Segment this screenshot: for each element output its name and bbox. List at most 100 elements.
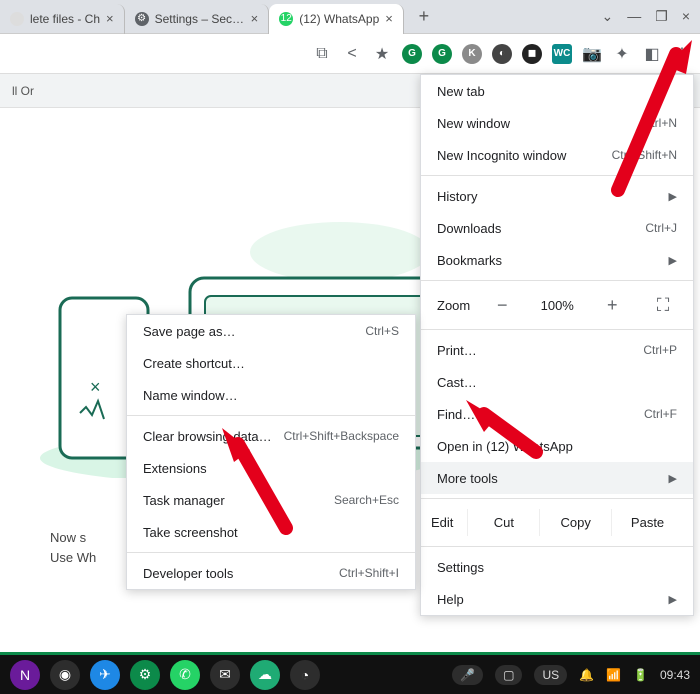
- menu-print[interactable]: Print… Ctrl+P: [421, 334, 693, 366]
- menu-find[interactable]: Find…Ctrl+F: [421, 398, 693, 430]
- submenu-task-manager[interactable]: Task manager Search+Esc: [127, 484, 415, 516]
- submenu-save-page[interactable]: Save page as…Ctrl+S: [127, 315, 415, 347]
- star-icon[interactable]: ★: [372, 44, 392, 64]
- close-icon[interactable]: ×: [385, 11, 393, 26]
- menu-new-window[interactable]: New windowCtrl+N: [421, 107, 693, 139]
- submenu-devtools[interactable]: Developer toolsCtrl+Shift+I: [127, 557, 415, 589]
- menu-more-tools[interactable]: More tools▶: [421, 462, 693, 494]
- camera-icon[interactable]: 📷: [582, 44, 602, 64]
- window-controls: ⌄ — ❐ ×: [602, 8, 700, 25]
- extensions-puzzle-icon[interactable]: ✦: [612, 44, 632, 64]
- label: Clear browsing data…: [143, 429, 272, 444]
- submenu-extensions[interactable]: Extensions: [127, 452, 415, 484]
- caption: Now s Use Wh: [50, 528, 96, 567]
- zoom-in-button[interactable]: +: [598, 291, 626, 319]
- menu-dots-icon[interactable]: ⋮: [672, 44, 692, 64]
- chevron-right-icon: ▶: [669, 254, 677, 267]
- app-icon[interactable]: ✆: [170, 660, 200, 690]
- app-icon[interactable]: ⚙: [130, 660, 160, 690]
- app-icon[interactable]: ✉: [210, 660, 240, 690]
- mic-icon[interactable]: 🎤: [452, 665, 483, 685]
- tab-label: (12) WhatsApp: [299, 12, 379, 26]
- battery-icon[interactable]: 🔋: [633, 668, 648, 682]
- wifi-icon[interactable]: 📶: [606, 668, 621, 682]
- notifications-icon[interactable]: 🔔: [579, 668, 594, 682]
- app-icon[interactable]: N: [10, 660, 40, 690]
- tab-2[interactable]: 12 (12) WhatsApp ×: [269, 4, 404, 34]
- label: Name window…: [143, 388, 238, 403]
- chevron-right-icon: ▶: [669, 190, 677, 203]
- close-icon[interactable]: ×: [106, 11, 114, 26]
- shortcut: Search+Esc: [334, 493, 399, 507]
- clock[interactable]: 09:43: [660, 668, 690, 682]
- app-icon[interactable]: ◔: [290, 660, 320, 690]
- label: History: [437, 189, 477, 204]
- chrome-main-menu: New tab New windowCtrl+N New Incognito w…: [420, 74, 694, 616]
- language-indicator[interactable]: US: [534, 665, 567, 685]
- menu-downloads[interactable]: DownloadsCtrl+J: [421, 212, 693, 244]
- cut-button[interactable]: Cut: [467, 509, 539, 536]
- chevron-right-icon: ▶: [669, 593, 677, 606]
- app-icon[interactable]: ☁: [250, 660, 280, 690]
- chevron-down-icon[interactable]: ⌄: [602, 8, 614, 25]
- submenu-screenshot[interactable]: Take screenshot: [127, 516, 415, 548]
- maximize-icon[interactable]: ❐: [655, 8, 668, 25]
- extension-icon[interactable]: K: [462, 44, 482, 64]
- menu-bookmarks[interactable]: Bookmarks ▶: [421, 244, 693, 276]
- fullscreen-icon[interactable]: ⛶: [649, 291, 677, 319]
- label: Zoom: [437, 298, 470, 313]
- menu-history[interactable]: History ▶: [421, 180, 693, 212]
- zoom-out-button[interactable]: −: [488, 291, 516, 319]
- svg-text:×: ×: [90, 377, 101, 397]
- label: Find…: [437, 407, 475, 422]
- label: Task manager: [143, 493, 225, 508]
- extension-icon[interactable]: G: [402, 44, 422, 64]
- submenu-create-shortcut[interactable]: Create shortcut…: [127, 347, 415, 379]
- more-tools-submenu: Save page as…Ctrl+S Create shortcut… Nam…: [126, 314, 416, 590]
- label: Print…: [437, 343, 477, 358]
- menu-incognito[interactable]: New Incognito windowCtrl+Shift+N: [421, 139, 693, 171]
- launcher-icon[interactable]: ◉: [50, 660, 80, 690]
- menu-settings[interactable]: Settings: [421, 551, 693, 583]
- open-external-icon[interactable]: ⧉: [312, 44, 332, 64]
- label: Take screenshot: [143, 525, 238, 540]
- close-icon[interactable]: ×: [251, 11, 259, 26]
- label: More tools: [437, 471, 498, 486]
- menu-cast[interactable]: Cast…: [421, 366, 693, 398]
- minimize-icon[interactable]: —: [627, 8, 641, 25]
- app-icon[interactable]: ✈: [90, 660, 120, 690]
- submenu-clear-browsing[interactable]: Clear browsing data…Ctrl+Shift+Backspace: [127, 420, 415, 452]
- label: New tab: [437, 84, 485, 99]
- menu-open-in[interactable]: Open in (12) WhatsApp: [421, 430, 693, 462]
- whatsapp-icon: 12: [279, 12, 293, 26]
- close-window-icon[interactable]: ×: [682, 8, 690, 25]
- system-tray: 🎤 ▢ US 🔔 📶 🔋 09:43: [452, 665, 690, 685]
- tab-0[interactable]: lete files - Ch ×: [0, 4, 125, 34]
- separator: [421, 175, 693, 176]
- share-icon[interactable]: <: [342, 44, 362, 64]
- menu-new-tab[interactable]: New tab: [421, 75, 693, 107]
- label: New window: [437, 116, 510, 131]
- submenu-name-window[interactable]: Name window…: [127, 379, 415, 411]
- shortcut: Ctrl+P: [643, 343, 677, 357]
- label: Extensions: [143, 461, 207, 476]
- label: Downloads: [437, 221, 501, 236]
- tab-1[interactable]: ⚙ Settings – Security ×: [125, 4, 270, 34]
- new-tab-button[interactable]: +: [412, 5, 436, 29]
- extension-icon[interactable]: ◼: [522, 44, 542, 64]
- menu-edit-row: Edit Cut Copy Paste: [421, 503, 693, 542]
- cast-icon[interactable]: ▢: [495, 665, 522, 685]
- extension-icon[interactable]: ◐: [492, 44, 512, 64]
- paste-button[interactable]: Paste: [611, 509, 683, 536]
- extension-icon[interactable]: WC: [552, 44, 572, 64]
- extension-icon[interactable]: G: [432, 44, 452, 64]
- tab-label: lete files - Ch: [30, 12, 100, 26]
- bookmark-item[interactable]: ll Or: [12, 84, 34, 98]
- label: Bookmarks: [437, 253, 502, 268]
- separator: [421, 280, 693, 281]
- label: New Incognito window: [437, 148, 566, 163]
- sidepanel-icon[interactable]: ◧: [642, 44, 662, 64]
- menu-help[interactable]: Help▶: [421, 583, 693, 615]
- copy-button[interactable]: Copy: [539, 509, 611, 536]
- label: Settings: [437, 560, 484, 575]
